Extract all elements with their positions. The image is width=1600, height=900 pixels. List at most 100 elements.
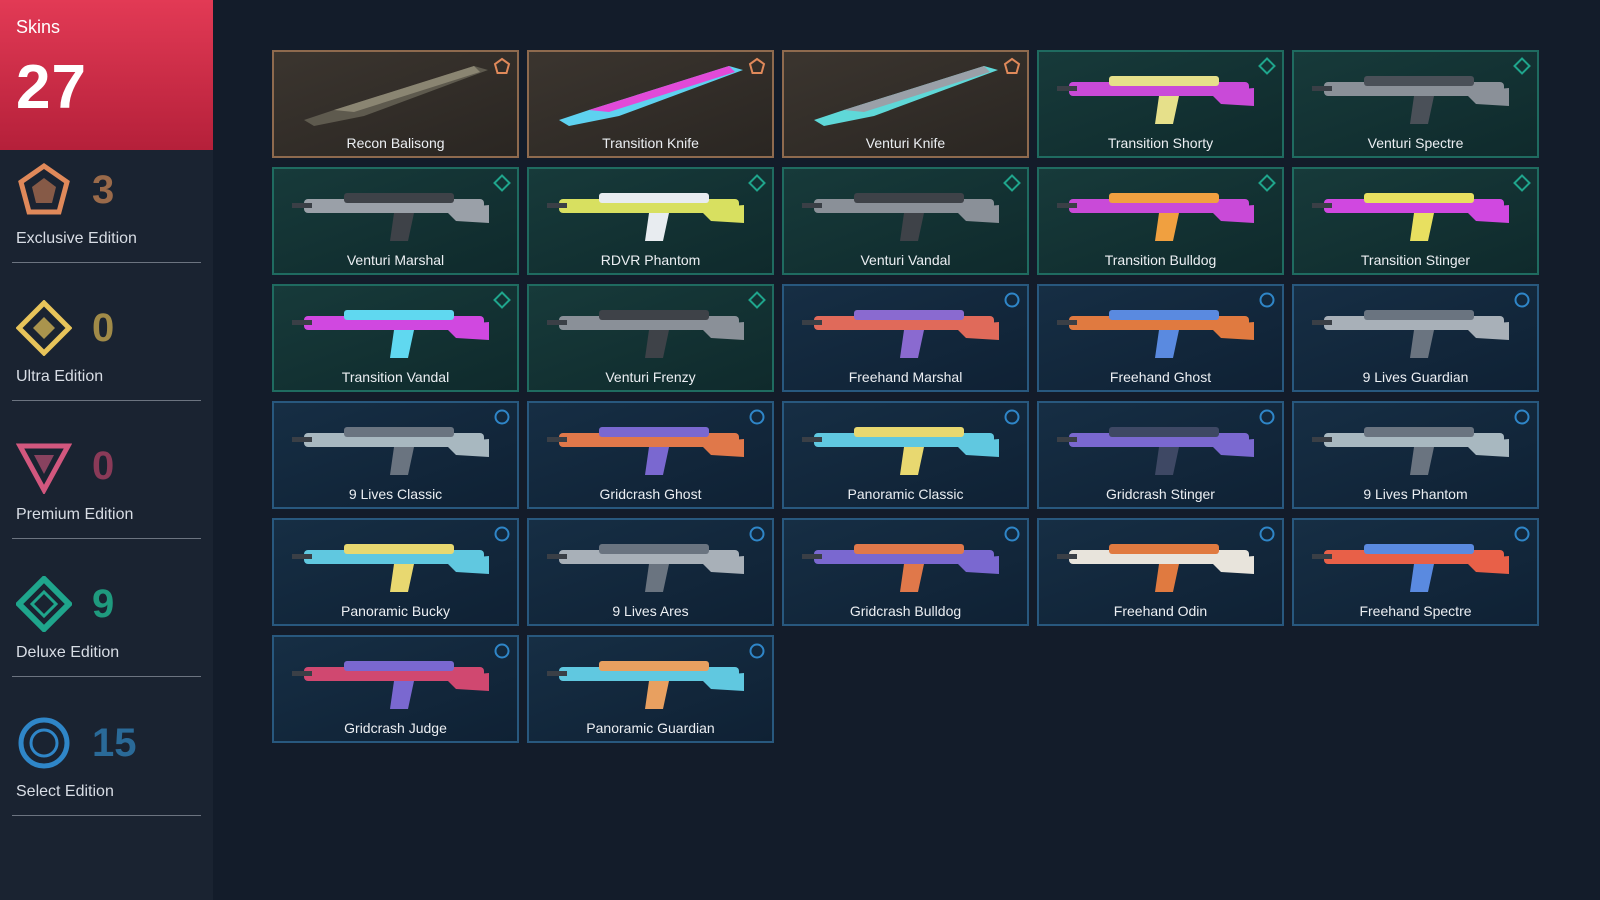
skins-total-panel: Skins 27 — [0, 0, 213, 150]
exclusive-edition-badge-icon — [748, 57, 766, 74]
skin-card[interactable]: Transition Stinger — [1292, 167, 1539, 275]
select-edition-badge-icon — [494, 643, 510, 659]
skin-name: Panoramic Classic — [847, 486, 964, 502]
weapon-image — [1057, 310, 1254, 358]
skin-card[interactable]: 9 Lives Classic — [272, 401, 519, 509]
skin-name: Transition Stinger — [1360, 252, 1471, 268]
skin-name: Freehand Odin — [1113, 603, 1208, 619]
skin-name: Freehand Marshal — [848, 369, 963, 385]
skin-card[interactable]: 9 Lives Phantom — [1292, 401, 1539, 509]
skin-card[interactable]: Panoramic Classic — [782, 401, 1029, 509]
skin-card[interactable]: RDVR Phantom — [527, 167, 774, 275]
weapon-image — [292, 310, 489, 358]
skin-card[interactable]: Venturi Spectre — [1292, 50, 1539, 158]
select-edition-badge-icon — [1259, 526, 1275, 542]
skin-name: Venturi Marshal — [346, 252, 445, 268]
weapon-image — [1312, 427, 1509, 475]
skin-name: Transition Bulldog — [1104, 252, 1217, 268]
skin-name: RDVR Phantom — [600, 252, 701, 268]
skin-name: Venturi Spectre — [1367, 135, 1464, 151]
skin-name: 9 Lives Guardian — [1362, 369, 1469, 385]
skin-card[interactable]: Recon Balisong — [272, 50, 519, 158]
exclusive-count: 3 — [92, 168, 115, 212]
tier-deluxe: 9 Deluxe Edition — [12, 576, 201, 677]
skin-name: Transition Vandal — [341, 369, 450, 385]
select-edition-badge-icon — [749, 409, 765, 425]
skin-card[interactable]: Venturi Knife — [782, 50, 1029, 158]
weapon-image — [292, 427, 489, 475]
skin-card[interactable]: Venturi Vandal — [782, 167, 1029, 275]
skin-card[interactable]: Freehand Spectre — [1292, 518, 1539, 626]
select-edition-badge-icon — [1004, 292, 1020, 308]
deluxe-edition-badge-icon — [1258, 174, 1276, 192]
ultra-edition-icon — [16, 300, 72, 356]
skin-card[interactable]: Freehand Marshal — [782, 284, 1029, 392]
exclusive-edition-badge-icon — [493, 57, 511, 74]
weapon-image — [802, 193, 999, 241]
select-count: 15 — [92, 721, 137, 765]
skin-card[interactable]: Transition Vandal — [272, 284, 519, 392]
skin-card[interactable]: Gridcrash Bulldog — [782, 518, 1029, 626]
deluxe-edition-badge-icon — [1513, 57, 1531, 75]
deluxe-edition-badge-icon — [493, 174, 511, 192]
skin-card[interactable]: Transition Bulldog — [1037, 167, 1284, 275]
select-edition-badge-icon — [1259, 409, 1275, 425]
skin-card[interactable]: Freehand Ghost — [1037, 284, 1284, 392]
deluxe-edition-badge-icon — [1258, 57, 1276, 75]
select-edition-badge-icon — [1514, 526, 1530, 542]
skin-name: Freehand Spectre — [1359, 603, 1472, 619]
skin-name: Transition Shorty — [1107, 135, 1214, 151]
weapon-image — [802, 544, 999, 592]
skin-name: 9 Lives Ares — [612, 603, 689, 619]
select-edition-badge-icon — [494, 409, 510, 425]
weapon-image — [547, 427, 744, 475]
weapon-image — [1057, 76, 1254, 124]
skin-name: Gridcrash Bulldog — [849, 603, 962, 619]
skin-card[interactable]: Transition Shorty — [1037, 50, 1284, 158]
skin-card[interactable]: 9 Lives Guardian — [1292, 284, 1539, 392]
select-edition-badge-icon — [749, 643, 765, 659]
weapon-image — [1057, 544, 1254, 592]
weapon-image — [1312, 76, 1509, 124]
deluxe-count: 9 — [92, 582, 115, 626]
weapon-image — [1057, 427, 1254, 475]
skin-card[interactable]: Venturi Frenzy — [527, 284, 774, 392]
weapon-image — [802, 310, 999, 358]
skin-card[interactable]: Panoramic Bucky — [272, 518, 519, 626]
weapon-image — [304, 66, 488, 126]
deluxe-label: Deluxe Edition — [16, 644, 120, 661]
tier-exclusive: 3 Exclusive Edition — [12, 162, 201, 263]
weapon-image — [292, 193, 489, 241]
skin-name: Venturi Vandal — [860, 252, 951, 268]
skin-card[interactable]: Transition Knife — [527, 50, 774, 158]
weapon-image — [1057, 193, 1254, 241]
skin-card[interactable]: Freehand Odin — [1037, 518, 1284, 626]
skin-card[interactable]: Panoramic Guardian — [527, 635, 774, 743]
premium-label: Premium Edition — [16, 506, 134, 523]
weapon-image — [1312, 310, 1509, 358]
select-edition-badge-icon — [1259, 292, 1275, 308]
weapon-image — [547, 661, 744, 709]
skin-name: Venturi Knife — [865, 135, 946, 151]
select-edition-badge-icon — [1514, 409, 1530, 425]
weapon-image — [802, 427, 999, 475]
deluxe-edition-badge-icon — [1513, 174, 1531, 192]
skin-card[interactable]: 9 Lives Ares — [527, 518, 774, 626]
skin-card[interactable]: Gridcrash Judge — [272, 635, 519, 743]
tier-ultra: 0 Ultra Edition — [12, 300, 201, 401]
deluxe-edition-badge-icon — [748, 291, 766, 309]
weapon-image — [547, 193, 744, 241]
skin-card[interactable]: Gridcrash Ghost — [527, 401, 774, 509]
select-edition-badge-icon — [749, 526, 765, 542]
skin-card[interactable]: Venturi Marshal — [272, 167, 519, 275]
tier-select: 15 Select Edition — [12, 715, 201, 816]
skin-name: Freehand Ghost — [1109, 369, 1212, 385]
ultra-label: Ultra Edition — [16, 368, 104, 385]
select-edition-badge-icon — [1514, 292, 1530, 308]
skin-card[interactable]: Gridcrash Stinger — [1037, 401, 1284, 509]
exclusive-label: Exclusive Edition — [16, 230, 137, 247]
select-edition-badge-icon — [1004, 409, 1020, 425]
skin-grid: Recon Balisong Transition Knife Venturi Kn… — [272, 50, 1539, 743]
weapon-image — [292, 661, 489, 709]
select-edition-badge-icon — [1004, 526, 1020, 542]
